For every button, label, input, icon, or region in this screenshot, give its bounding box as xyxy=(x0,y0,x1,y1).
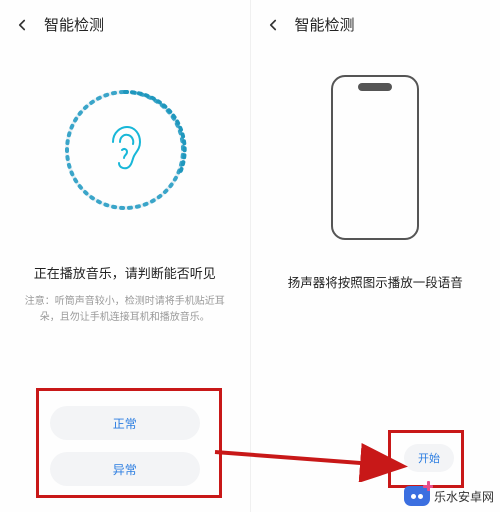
watermark-icon xyxy=(404,486,430,506)
header: 智能检测 xyxy=(251,0,500,45)
watermark: 乐水安卓网 xyxy=(404,486,494,506)
abnormal-button[interactable]: 异常 xyxy=(50,452,200,486)
back-icon[interactable] xyxy=(12,15,32,35)
panel-audio-test: 智能检测 正在播放音乐，请判断能否听见 注意：听筒声音较小，检测时 xyxy=(0,0,251,512)
back-icon[interactable] xyxy=(263,15,283,35)
panel-speaker-test: 智能检测 扬声器将按照图示播放一段语音 开始 xyxy=(251,0,500,512)
phone-illustration xyxy=(251,75,500,240)
page-title: 智能检测 xyxy=(295,14,355,35)
page-title: 智能检测 xyxy=(44,14,104,35)
header: 智能检测 xyxy=(0,0,250,45)
note-text: 注意：听筒声音较小，检测时请将手机贴近耳朵，且勿让手机连接耳机和播放音乐。 xyxy=(0,294,250,326)
progress-circle xyxy=(0,85,250,215)
watermark-text: 乐水安卓网 xyxy=(434,488,494,505)
normal-button[interactable]: 正常 xyxy=(50,406,200,440)
status-text: 正在播放音乐，请判断能否听见 xyxy=(0,263,250,282)
description-text: 扬声器将按照图示播放一段语音 xyxy=(251,272,500,291)
start-button[interactable]: 开始 xyxy=(404,444,454,472)
button-group: 正常 异常 xyxy=(0,406,250,486)
